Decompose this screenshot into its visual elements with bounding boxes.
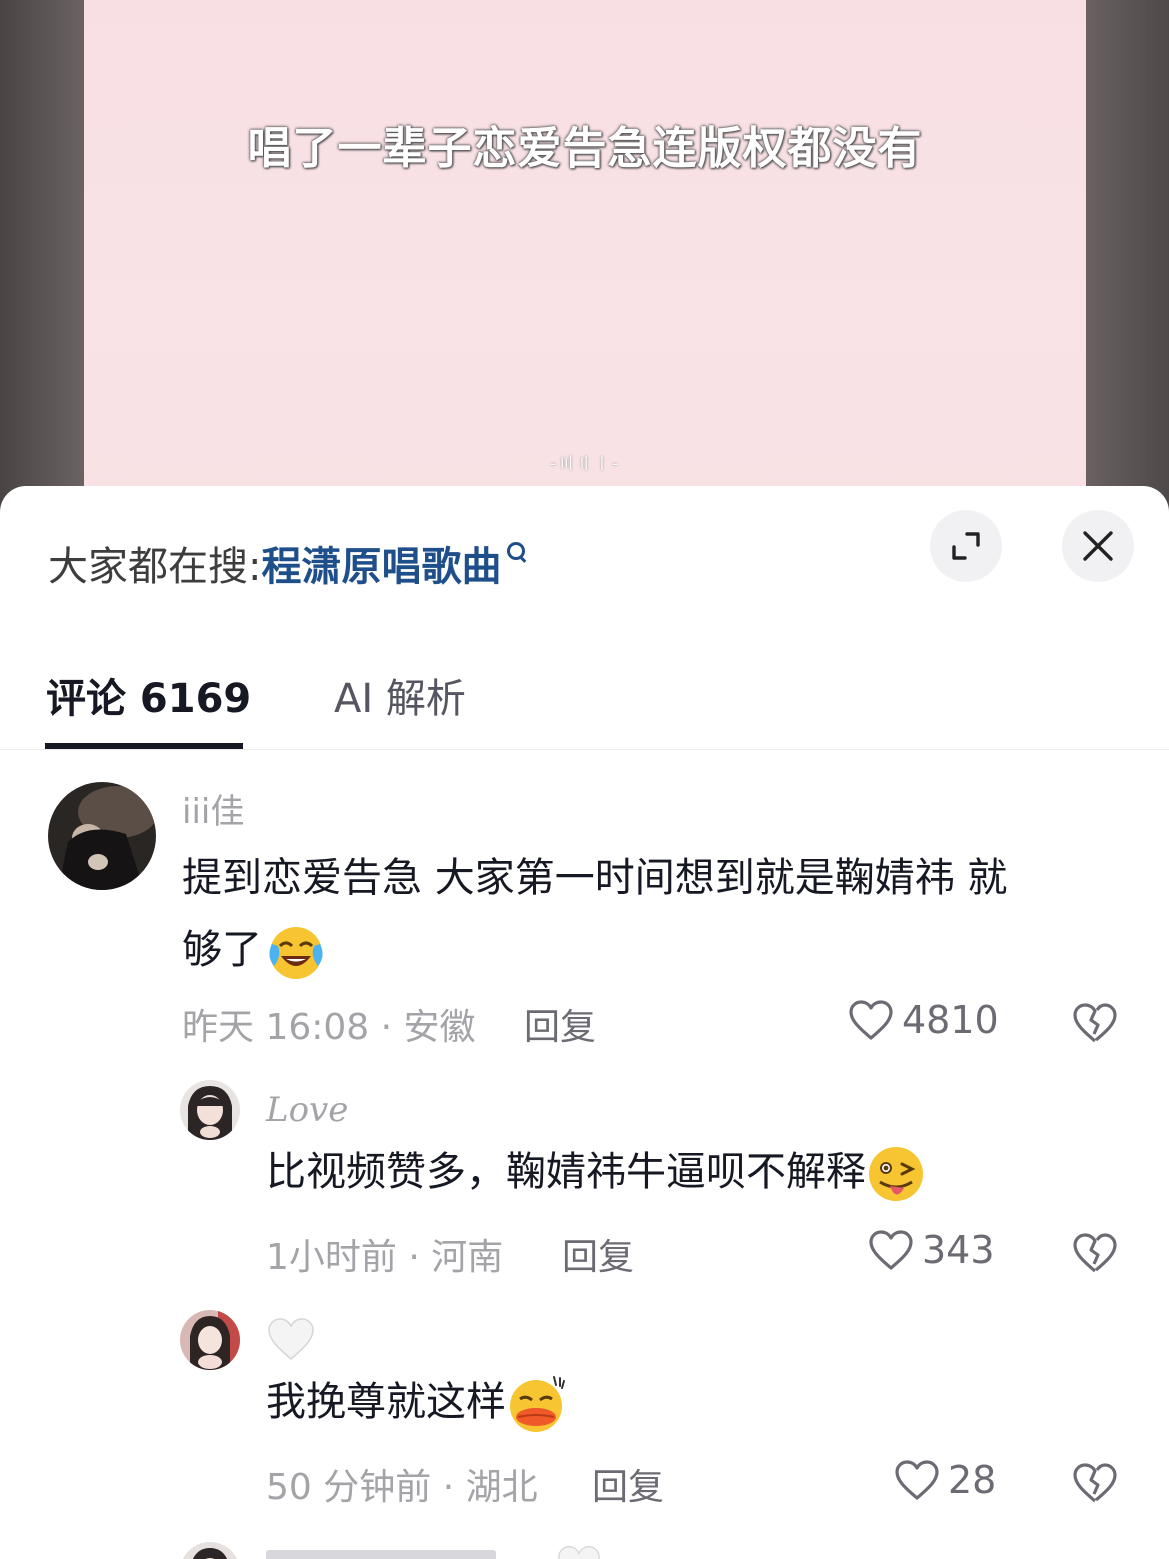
expand-icon	[952, 532, 980, 560]
comment-reply-item: Love 比视频赞多，鞠婧祎牛逼呗不解释 1小时前 · 河南 回复 343	[0, 1080, 1169, 1290]
like-button[interactable]: 343	[868, 1228, 995, 1272]
dislike-button[interactable]	[1072, 1462, 1118, 1508]
comment-text: 我挽尊就这样	[266, 1366, 1126, 1438]
comment-time-location: 1小时前 · 河南	[266, 1237, 504, 1278]
video-side-right	[1085, 0, 1169, 520]
broken-heart-icon	[1073, 1003, 1117, 1043]
avatar[interactable]	[48, 782, 156, 890]
comment-time-location: 50 分钟前 · 湖北	[266, 1467, 538, 1508]
active-tab-indicator	[45, 743, 243, 749]
tab-comments[interactable]: 评论 6169	[46, 666, 251, 724]
trending-search-prefix: 大家都在搜:	[48, 544, 262, 590]
comment-item: iii佳 提到恋爱告急 大家第一时间想到就是鞠婧祎 就 够了 昨天 16:08 …	[0, 782, 1169, 1062]
comment-text-line-2: 够了	[182, 914, 1102, 986]
heart-icon	[895, 1460, 939, 1500]
comment-username[interactable]: Love	[266, 1090, 348, 1130]
comment-text: 提到恋爱告急 大家第一时间想到就是鞠婧祎 就 够了	[182, 842, 1102, 986]
like-count: 4810	[902, 998, 999, 1042]
close-icon	[1083, 531, 1113, 561]
like-count: 343	[922, 1228, 995, 1272]
comment-reply-item: 我挽尊就这样 50 分钟前 · 湖北 回复 28	[0, 1310, 1169, 1520]
dislike-button[interactable]	[1072, 1002, 1118, 1048]
comment-text-line: 提到恋爱告急 大家第一时间想到就是鞠婧祎 就	[182, 855, 1008, 901]
comment-tabs: 评论 6169 AI 解析	[0, 642, 1169, 750]
video-watermark: -〣〢〡-	[550, 454, 620, 473]
expand-button[interactable]	[930, 510, 1002, 582]
reply-button[interactable]: 回复	[562, 1228, 634, 1280]
comment-username[interactable]: iii佳	[182, 784, 244, 833]
broken-heart-icon	[1073, 1463, 1117, 1503]
trending-search-term[interactable]: 程潇原唱歌曲	[261, 534, 501, 592]
video-side-left	[0, 0, 84, 520]
partial-username-placeholder	[266, 1550, 496, 1559]
white-heart-icon	[268, 1318, 314, 1360]
heart-icon	[849, 1000, 893, 1040]
comment-reply-item-partial	[0, 1542, 1169, 1559]
tab-ai-analysis[interactable]: AI 解析	[334, 666, 466, 724]
like-button[interactable]: 28	[894, 1458, 996, 1502]
comment-sheet: 大家都在搜: 程潇原唱歌曲 评论 6169 AI 解析 iii佳 提到恋爱告急 …	[0, 486, 1169, 1559]
winking-tongue-emoji	[869, 1147, 923, 1201]
video-caption: 唱了一辈子恋爱告急连版权都没有	[247, 123, 923, 174]
close-button[interactable]	[1062, 510, 1134, 582]
comment-text: 比视频赞多，鞠婧祎牛逼呗不解释	[266, 1136, 1126, 1208]
duck-lips-emoji	[510, 1376, 565, 1432]
comment-time-location: 昨天 16:08 · 安徽	[182, 1007, 476, 1048]
search-icon	[505, 540, 529, 564]
crying-laughing-emoji	[269, 927, 323, 979]
trending-search[interactable]: 大家都在搜: 程潇原唱歌曲	[48, 538, 529, 590]
white-heart-icon	[558, 1546, 600, 1559]
video-player[interactable]: 唱了一辈子恋爱告急连版权都没有 -〣〢〡-	[84, 0, 1086, 520]
heart-icon	[869, 1230, 913, 1270]
comment-text-line: 够了	[182, 927, 262, 973]
broken-heart-icon	[1073, 1233, 1117, 1273]
like-button[interactable]: 4810	[848, 998, 999, 1042]
avatar[interactable]	[180, 1542, 240, 1559]
comment-text-content: 我挽尊就这样	[266, 1379, 506, 1425]
comment-text-content: 比视频赞多，鞠婧祎牛逼呗不解释	[266, 1149, 866, 1195]
avatar[interactable]	[180, 1080, 240, 1140]
dislike-button[interactable]	[1072, 1232, 1118, 1278]
like-count: 28	[948, 1458, 997, 1502]
reply-button[interactable]: 回复	[524, 998, 596, 1050]
reply-button[interactable]: 回复	[592, 1458, 664, 1510]
avatar[interactable]	[180, 1310, 240, 1370]
comment-username[interactable]	[266, 1316, 316, 1371]
